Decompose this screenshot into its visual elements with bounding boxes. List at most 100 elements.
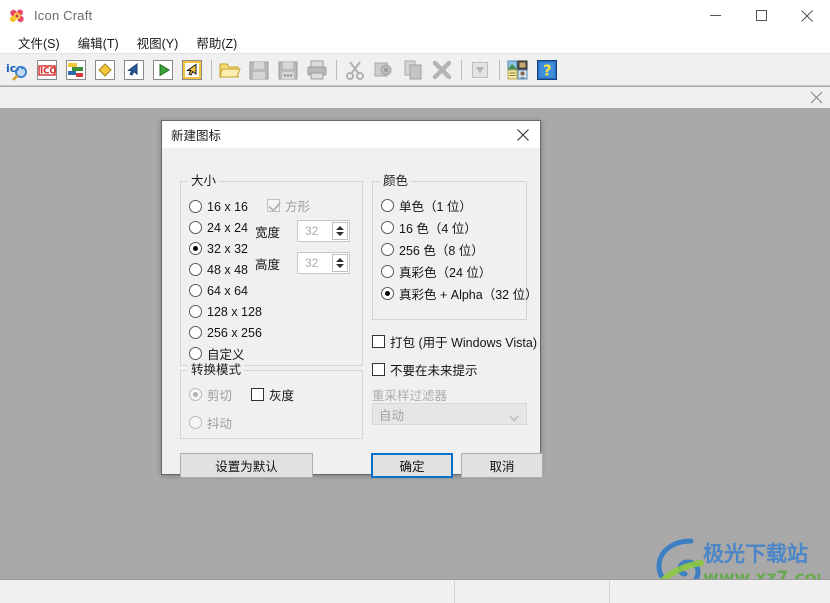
height-stepper[interactable]: [297, 252, 350, 274]
radio-indicator: [381, 198, 394, 212]
svg-text:ICO: ICO: [40, 66, 57, 76]
color-option-mono[interactable]: 单色（1 位）: [381, 194, 538, 216]
size-option-label: 256 x 256: [207, 325, 262, 340]
color-option-label: 16 色（4 位）: [399, 221, 477, 236]
size-option-label: 48 x 48: [207, 262, 249, 277]
ico-preview-icon[interactable]: ico: [5, 57, 31, 83]
color-option-truecolor-alpha[interactable]: 真彩色 + Alpha（32 位）: [381, 282, 538, 304]
menu-help[interactable]: 帮助(Z): [187, 31, 246, 54]
color-option-256[interactable]: 256 色（8 位）: [381, 238, 538, 260]
radio-indicator: [189, 347, 202, 360]
size-option-label: 128 x 128: [207, 304, 262, 319]
width-label: 宽度: [255, 225, 281, 240]
size-option-16[interactable]: 16 x 16: [189, 196, 262, 217]
copy-icon: [371, 57, 397, 83]
document-tab-bar: [0, 87, 830, 109]
width-spin-buttons[interactable]: [332, 222, 348, 240]
set-default-button[interactable]: 设置为默认: [180, 453, 313, 478]
cancel-button[interactable]: 取消: [461, 453, 543, 478]
menu-view[interactable]: 视图(Y): [128, 31, 188, 54]
color-option-16[interactable]: 16 色（4 位）: [381, 216, 538, 238]
status-cell-1: [0, 580, 455, 603]
size-group-legend: 大小: [188, 174, 220, 188]
radio-indicator: [189, 388, 202, 401]
dialog-title: 新建图标: [171, 129, 222, 143]
spin-down-icon[interactable]: [336, 264, 344, 268]
cursor-icon[interactable]: [121, 57, 147, 83]
width-stepper[interactable]: [297, 220, 350, 242]
checkbox-indicator: [372, 335, 385, 348]
cursor-edit-icon[interactable]: [179, 57, 205, 83]
size-option-label: 自定义: [207, 348, 245, 362]
dialog-title-bar: 新建图标: [162, 121, 540, 148]
color-option-truecolor[interactable]: 真彩色（24 位）: [381, 260, 538, 282]
title-bar: Icon Craft: [0, 0, 830, 32]
convert-mode-group: 转换模式 剪切 抖动 灰度: [180, 363, 363, 439]
color-option-label: 256 色（8 位）: [399, 243, 484, 258]
grayscale-checkbox-label: 灰度: [269, 389, 295, 403]
checkbox-indicator: [267, 199, 280, 212]
convert-option-clip-label: 剪切: [207, 389, 233, 403]
radio-indicator: [381, 220, 394, 234]
radio-indicator: [189, 263, 202, 276]
size-option-64[interactable]: 64 x 64: [189, 280, 262, 301]
doc-close-icon[interactable]: [809, 90, 824, 105]
toolbar-separator: [461, 59, 462, 80]
play-icon[interactable]: [150, 57, 176, 83]
spin-up-icon[interactable]: [336, 226, 344, 230]
width-field-row: 宽度: [255, 220, 350, 242]
chevron-down-icon: [509, 411, 519, 425]
new-ico-icon[interactable]: ICO: [34, 57, 60, 83]
height-spin-buttons[interactable]: [332, 254, 348, 272]
resample-filter-label: 重采样过滤器: [372, 389, 448, 403]
save-as-icon: [275, 57, 301, 83]
spin-up-icon[interactable]: [336, 258, 344, 262]
square-checkbox-label: 方形: [285, 200, 311, 214]
convert-option-clip: 剪切: [189, 385, 232, 404]
media-library-icon[interactable]: [505, 57, 531, 83]
help-icon[interactable]: ?: [534, 57, 560, 83]
checkbox-indicator: [372, 363, 385, 376]
grayscale-checkbox[interactable]: 灰度: [251, 385, 294, 404]
window-controls: [692, 0, 830, 31]
radio-indicator: [381, 286, 394, 300]
radio-indicator: [189, 305, 202, 318]
no-future-prompt-checkbox[interactable]: 不要在未来提示: [372, 360, 478, 379]
close-button[interactable]: [784, 0, 830, 31]
maximize-button[interactable]: [738, 0, 784, 31]
size-option-256[interactable]: 256 x 256: [189, 322, 262, 343]
menu-edit[interactable]: 编辑(T): [69, 31, 128, 54]
menu-file[interactable]: 文件(S): [9, 31, 69, 54]
color-option-label: 真彩色 + Alpha（32 位）: [399, 287, 538, 302]
resample-filter-select: 自动: [372, 403, 527, 425]
app-title: Icon Craft: [34, 8, 93, 23]
size-group: 大小 16 x 16 24 x 24 32 x 32 48 x 48 64 x …: [180, 174, 363, 366]
radio-indicator: [189, 200, 202, 213]
svg-text:?: ?: [543, 61, 552, 79]
radio-indicator: [189, 242, 202, 255]
size-option-128[interactable]: 128 x 128: [189, 301, 262, 322]
pack-checkbox[interactable]: 打包 (用于 Windows Vista): [372, 332, 537, 351]
resample-filter-value: 自动: [379, 408, 405, 423]
open-folder-icon[interactable]: [217, 57, 243, 83]
color-bars-icon[interactable]: [63, 57, 89, 83]
convert-option-dither-label: 抖动: [207, 417, 233, 431]
minimize-button[interactable]: [692, 0, 738, 31]
spin-down-icon[interactable]: [336, 232, 344, 236]
toolbar-separator: [336, 59, 337, 80]
pack-checkbox-label: 打包 (用于 Windows Vista): [390, 336, 538, 350]
size-option-custom[interactable]: 自定义: [189, 343, 262, 364]
cut-icon: [342, 57, 368, 83]
size-option-48[interactable]: 48 x 48: [189, 259, 262, 280]
radio-indicator: [189, 416, 202, 429]
size-option-32[interactable]: 32 x 32: [189, 238, 262, 259]
paste-icon: [400, 57, 426, 83]
dialog-body: 大小 16 x 16 24 x 24 32 x 32 48 x 48 64 x …: [162, 148, 543, 478]
diamond-icon[interactable]: [92, 57, 118, 83]
size-option-24[interactable]: 24 x 24: [189, 217, 262, 238]
color-radio-list: 单色（1 位） 16 色（4 位） 256 色（8 位） 真彩色（24 位） 真…: [381, 194, 538, 304]
height-label: 高度: [255, 257, 281, 272]
dialog-close-icon[interactable]: [506, 121, 540, 148]
ok-button[interactable]: 确定: [371, 453, 453, 478]
checkbox-indicator: [251, 388, 264, 401]
